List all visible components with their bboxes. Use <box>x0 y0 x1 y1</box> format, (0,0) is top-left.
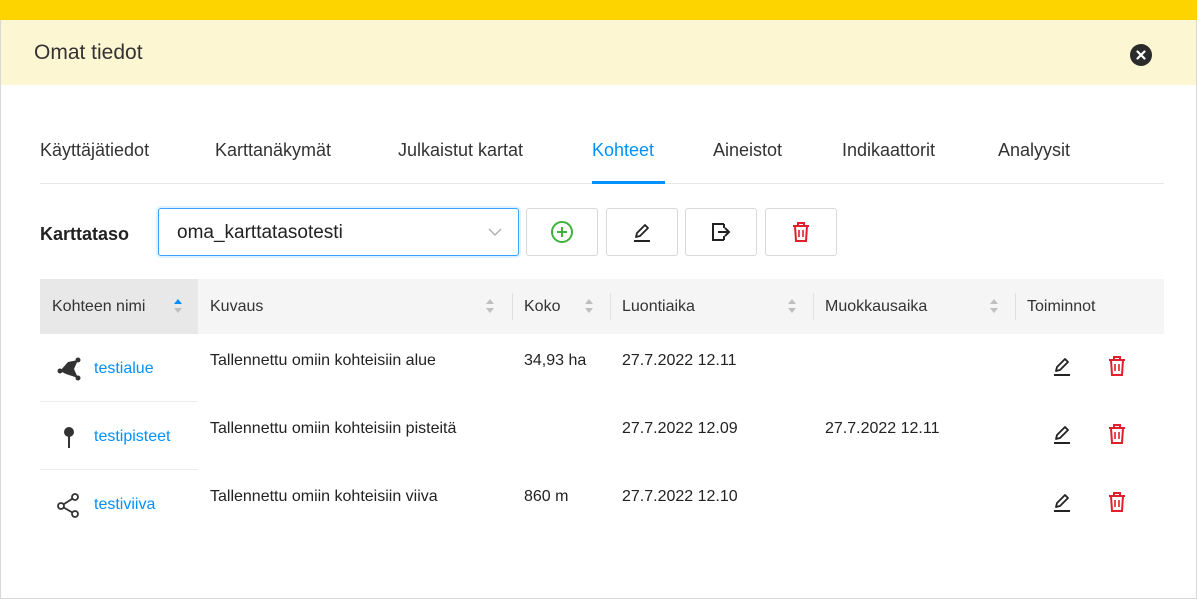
cell-luontiaika: 27.7.2022 12.11 <box>622 352 737 369</box>
add-layer-button[interactable] <box>526 208 598 256</box>
delete-feature-button[interactable] <box>1099 482 1135 522</box>
delete-icon <box>1109 492 1125 512</box>
tab-aineistot[interactable]: Aineistot <box>713 140 782 161</box>
export-icon <box>712 223 731 241</box>
table-header: Kohteen nimi Kuvaus Koko Luontiaika Muok… <box>40 279 1164 334</box>
table-row: testiviiva Tallennettu omiin kohteisiin … <box>40 470 1164 538</box>
cell-luontiaika: 27.7.2022 12.09 <box>622 420 738 437</box>
layer-select-value: oma_karttatasotesti <box>177 222 343 243</box>
tab-indikaattorit[interactable]: Indikaattorit <box>842 140 935 161</box>
column-header-muokkausaika[interactable]: Muokkausaika <box>813 279 1015 334</box>
table-row: testipisteet Tallennettu omiin kohteisii… <box>40 402 1164 470</box>
sort-asc-icon <box>174 299 182 313</box>
edit-feature-button[interactable] <box>1044 346 1080 386</box>
layer-select[interactable]: oma_karttatasotesti <box>158 208 519 256</box>
column-header-label: Koko <box>524 297 561 315</box>
column-header-toiminnot: Toiminnot <box>1015 279 1164 334</box>
features-table: Kohteen nimi Kuvaus Koko Luontiaika Muok… <box>40 279 1164 538</box>
chevron-down-icon <box>488 228 502 236</box>
edit-icon <box>1054 494 1070 512</box>
layer-label: Karttataso <box>40 224 130 244</box>
area-icon <box>57 357 81 381</box>
column-header-label: Luontiaika <box>622 297 695 315</box>
feature-name-link[interactable]: testiviiva <box>94 496 155 514</box>
cell-koko: 34,93 ha <box>524 352 587 369</box>
sort-icon <box>990 299 998 313</box>
delete-feature-button[interactable] <box>1099 346 1135 386</box>
add-icon <box>551 221 573 243</box>
column-header-luontiaika[interactable]: Luontiaika <box>610 279 813 334</box>
delete-icon <box>793 222 809 242</box>
tab-julkaistut-kartat[interactable]: Julkaistut kartat <box>398 140 523 161</box>
cell-kuvaus: Tallennettu omiin kohteisiin alue <box>210 352 436 369</box>
cell-kuvaus: Tallennettu omiin kohteisiin viiva <box>210 488 438 505</box>
top-accent-bar <box>0 0 1197 20</box>
edit-icon <box>1054 426 1070 444</box>
column-header-label: Kuvaus <box>210 297 264 315</box>
column-header-label: Toiminnot <box>1027 297 1096 315</box>
column-header-label: Kohteen nimi <box>52 297 146 315</box>
tab-karttanakymat[interactable]: Karttanäkymät <box>215 140 331 161</box>
edit-icon <box>1054 358 1070 376</box>
tab-kayttajatiedot[interactable]: Käyttäjätiedot <box>40 140 149 161</box>
tab-kohteet[interactable]: Kohteet <box>592 140 654 161</box>
point-icon <box>64 427 74 448</box>
cell-kuvaus: Tallennettu omiin kohteisiin pisteitä <box>210 420 457 437</box>
active-tab-indicator <box>592 181 665 184</box>
tab-analyysit[interactable]: Analyysit <box>998 140 1070 161</box>
cell-koko: 860 m <box>524 488 569 505</box>
column-header-label: Muokkausaika <box>825 297 928 315</box>
edit-feature-button[interactable] <box>1044 414 1080 454</box>
edit-icon <box>634 224 650 242</box>
dialog-header: Omat tiedot <box>0 20 1197 85</box>
column-header-name[interactable]: Kohteen nimi <box>40 279 198 334</box>
cell-luontiaika: 27.7.2022 12.10 <box>622 488 738 505</box>
sort-icon <box>788 299 796 313</box>
edit-feature-button[interactable] <box>1044 482 1080 522</box>
sort-icon <box>585 299 593 313</box>
table-row: testialue Tallennettu omiin kohteisiin a… <box>40 334 1164 402</box>
dialog-title: Omat tiedot <box>34 40 143 64</box>
column-header-koko[interactable]: Koko <box>512 279 610 334</box>
tab-bar: Käyttäjätiedot Karttanäkymät Julkaistut … <box>40 125 1164 184</box>
delete-icon <box>1109 356 1125 376</box>
delete-icon <box>1109 424 1125 444</box>
cell-muokkausaika: 27.7.2022 12.11 <box>825 420 940 437</box>
feature-name-link[interactable]: testipisteet <box>94 428 170 446</box>
export-layer-button[interactable] <box>685 208 757 256</box>
column-header-kuvaus[interactable]: Kuvaus <box>198 279 512 334</box>
edit-layer-button[interactable] <box>606 208 678 256</box>
feature-name-link[interactable]: testialue <box>94 360 154 378</box>
close-icon[interactable] <box>1130 44 1152 66</box>
delete-layer-button[interactable] <box>765 208 837 256</box>
delete-feature-button[interactable] <box>1099 414 1135 454</box>
line-icon <box>57 493 79 518</box>
sort-icon <box>486 299 494 313</box>
